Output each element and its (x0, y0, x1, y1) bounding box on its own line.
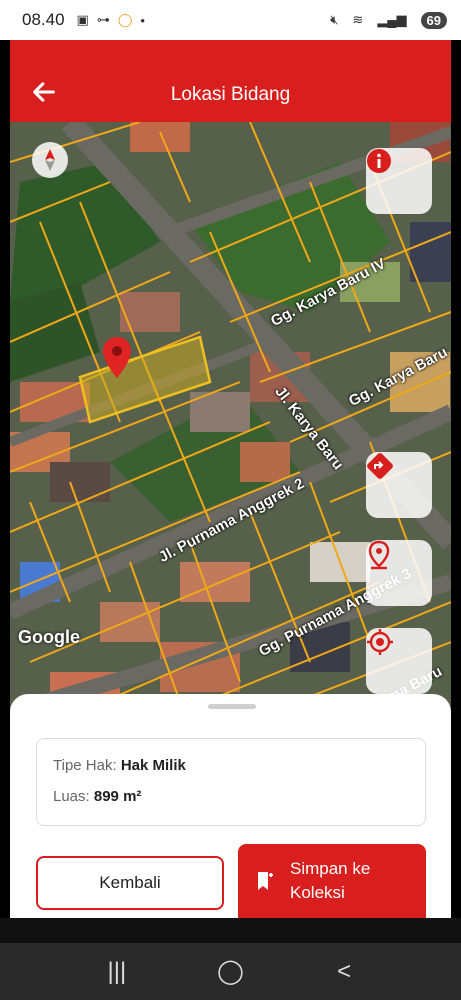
back-button[interactable]: Kembali (36, 856, 224, 910)
signal-icon: ▂▄▆ (377, 12, 407, 27)
nfc-icon: ⊶ (96, 12, 110, 27)
dot-icon: • (140, 12, 145, 28)
drag-handle[interactable] (208, 704, 256, 709)
parcel-info-card: Tipe Hak: Hak Milik Luas: 899 m² (36, 738, 426, 826)
battery-indicator: 69 (420, 11, 447, 29)
gps-target-button[interactable] (366, 628, 432, 694)
status-bar: 08.40 ▣ ⊶ ◯ • 🔇︎ ≋ ▂▄▆ 69 (0, 0, 461, 40)
bookmark-add-icon (258, 872, 273, 890)
home-icon[interactable]: ◯ (210, 957, 250, 986)
location-marker-icon (368, 540, 390, 570)
bottom-sheet: Tipe Hak: Hak Milik Luas: 899 m² Kembali… (10, 694, 451, 918)
satellite-map[interactable]: Gg. Karya Baru IV Gg. Karya Baru Jl. Kar… (10, 122, 451, 712)
right-type-value: Hak Milik (120, 757, 186, 774)
right-type-row: Tipe Hak: Hak Milik (53, 757, 409, 774)
gesture-area (0, 918, 461, 943)
recent-apps-icon[interactable]: ||| (97, 958, 137, 986)
save-to-collection-button[interactable]: Simpan ke Koleksi (238, 844, 426, 918)
save-button-label: Simpan ke Koleksi (290, 859, 371, 902)
wifi-icon: ≋ (352, 12, 364, 27)
right-type-label: Tipe Hak: (53, 757, 117, 774)
my-location-pin-button[interactable] (366, 540, 432, 606)
screenshot-icon: ▣ (76, 12, 89, 27)
system-nav-bar: ||| ◯ < (0, 943, 461, 1000)
compass-button[interactable] (32, 142, 68, 178)
status-time: 08.40 (22, 10, 65, 29)
crosshair-icon (367, 629, 393, 655)
area-row: Luas: 899 m² (53, 788, 409, 805)
info-button[interactable] (366, 148, 432, 214)
directions-icon (367, 453, 393, 479)
page-title: Lokasi Bidang (170, 84, 291, 105)
info-icon (367, 149, 391, 173)
directions-button[interactable] (366, 452, 432, 518)
compass-icon (45, 149, 55, 171)
location-pin-icon (103, 337, 131, 378)
app-notification-icon: ◯ (117, 12, 133, 27)
mute-icon: 🔇︎ (330, 12, 339, 27)
google-attribution: Google (18, 627, 80, 647)
area-value: 899 m² (93, 788, 142, 805)
area-label: Luas: (53, 788, 90, 805)
back-nav-icon[interactable]: < (324, 958, 364, 986)
app-bar: Lokasi Bidang (10, 40, 451, 122)
